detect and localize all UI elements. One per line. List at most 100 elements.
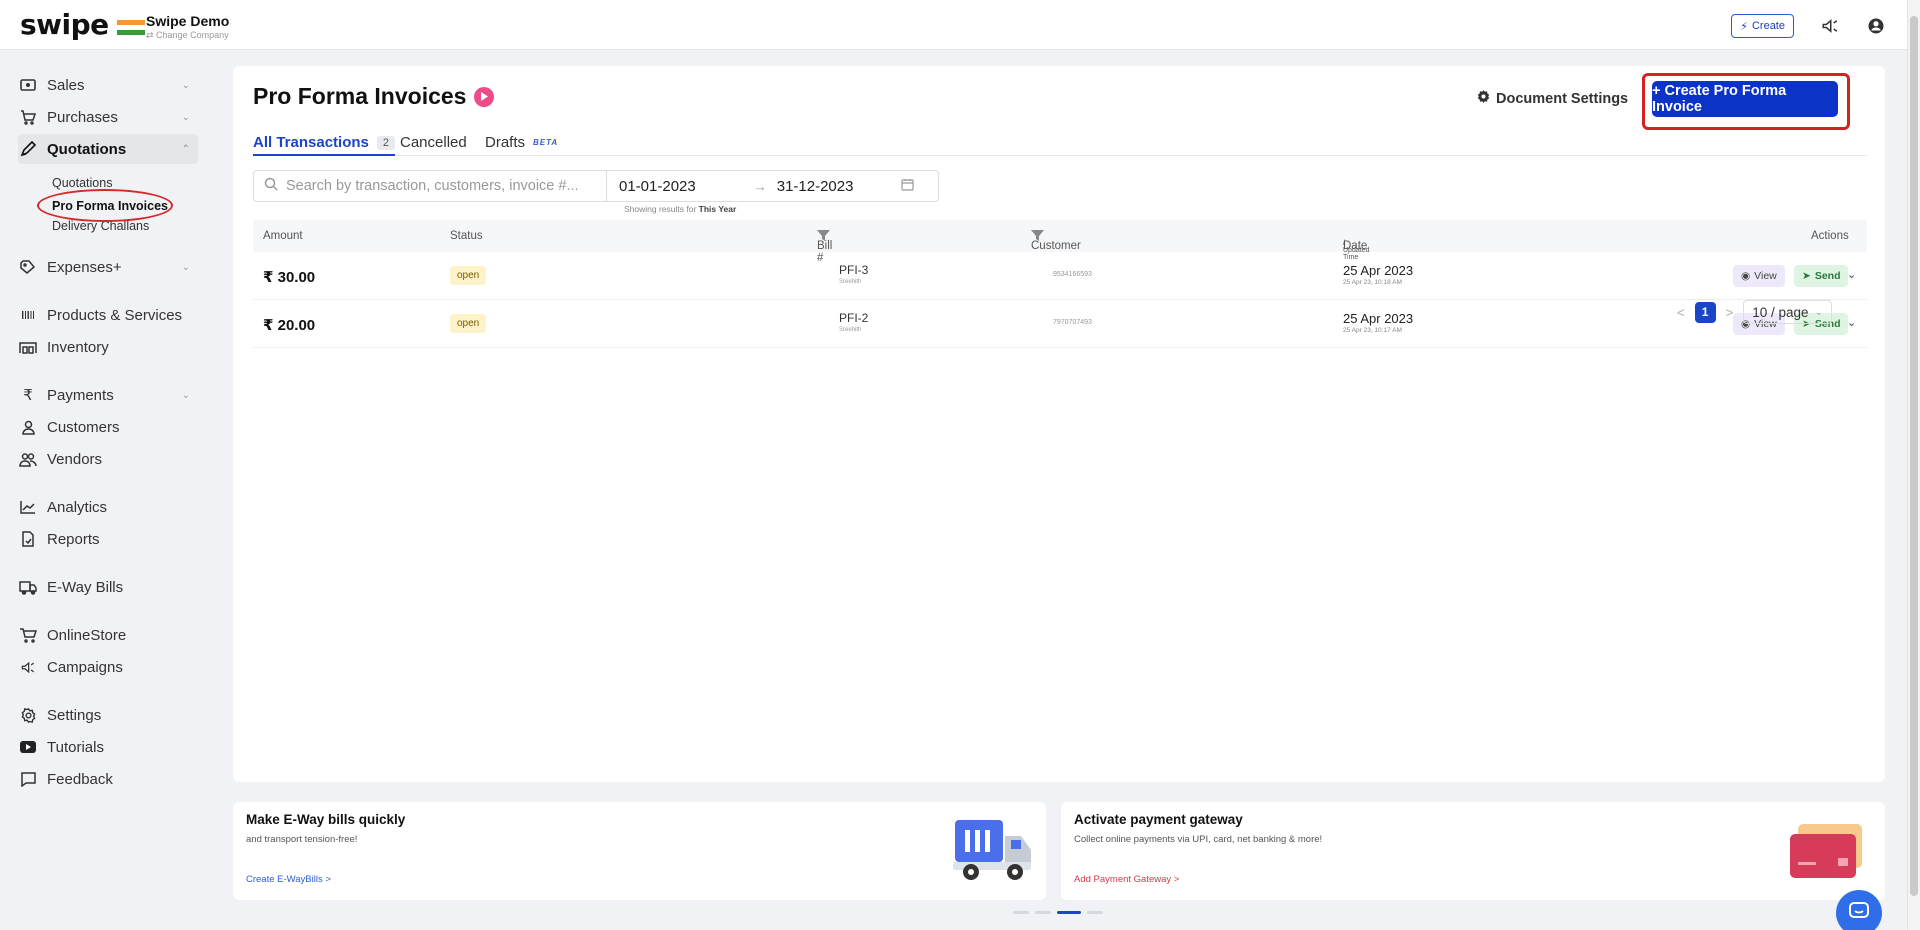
column-bill[interactable]: Bill # — [817, 230, 832, 264]
sidebar-item-feedback[interactable]: Feedback — [18, 764, 198, 794]
sidebar-item-label: Feedback — [47, 770, 113, 788]
eye-icon: ◉ — [1741, 270, 1751, 282]
tab-label: Cancelled — [400, 134, 467, 151]
carousel-dot-active[interactable] — [1057, 911, 1081, 914]
sidebar-item-quotations[interactable]: Quotations ⌃ — [18, 134, 198, 164]
sidebar-item-reports[interactable]: Reports — [18, 524, 198, 554]
status-badge: open — [450, 266, 487, 285]
pen-icon — [18, 139, 38, 159]
sidebar-item-products-services[interactable]: Products & Services — [18, 300, 198, 330]
sidebar-item-settings[interactable]: Settings — [18, 700, 198, 730]
carousel-dot[interactable] — [1013, 911, 1029, 914]
users-icon — [18, 449, 38, 469]
sidebar-item-campaigns[interactable]: Campaigns — [18, 652, 198, 682]
tab-bar: All Transactions 2 Cancelled Drafts BETA — [253, 126, 1867, 156]
create-ewaybills-link[interactable]: Create E-WayBills > — [246, 874, 331, 885]
create-pro-forma-invoice-button[interactable]: + Create Pro Forma Invoice — [1652, 81, 1838, 117]
sidebar-item-sales[interactable]: Sales ⌄ — [18, 70, 198, 100]
tab-count-badge: 2 — [376, 135, 395, 150]
table-row[interactable]: ₹ 20.00 open PFI-2 Sreehith 7970707493 2… — [253, 300, 1867, 348]
page-title: Pro Forma Invoices — [253, 83, 495, 110]
sidebar-item-payments[interactable]: ₹ Payments ⌄ — [18, 380, 198, 410]
view-button[interactable]: ◉ View — [1733, 265, 1785, 287]
sidebar-item-label: Purchases — [47, 108, 118, 126]
updated-time: 25 Apr 23, 10:18 AM — [1343, 279, 1402, 286]
tab-cancelled[interactable]: Cancelled — [400, 134, 467, 151]
search-input[interactable] — [286, 178, 596, 194]
add-payment-gateway-link[interactable]: Add Payment Gateway > — [1074, 874, 1179, 885]
sidebar-item-label: Tutorials — [47, 738, 104, 756]
sidebar-item-eway-bills[interactable]: E-Way Bills — [18, 572, 198, 602]
column-customer[interactable]: Customer — [1031, 230, 1081, 252]
tab-all-transactions[interactable]: All Transactions 2 — [253, 134, 395, 151]
row-bill: PFI-3 Sreehith — [839, 263, 868, 285]
youtube-icon — [18, 737, 38, 757]
gear-icon — [18, 705, 38, 725]
send-button[interactable]: ➤ Send — [1794, 265, 1849, 287]
subitem-quotations[interactable]: Quotations — [52, 176, 112, 190]
table-row[interactable]: ₹ 30.00 open PFI-3 Sreehith 9534166593 2… — [253, 252, 1867, 300]
bill-created-by: Sreehith — [839, 327, 862, 333]
tag-icon — [18, 257, 38, 277]
sidebar-item-label: Expenses+ — [47, 258, 122, 276]
sidebar-item-label: Settings — [47, 706, 102, 724]
carousel-dot[interactable] — [1087, 911, 1103, 914]
sidebar-item-label: Payments — [47, 386, 114, 404]
page-title-text: Pro Forma Invoices — [253, 83, 467, 109]
page-number[interactable]: 1 — [1694, 301, 1716, 323]
chevron-down-icon: ⌄ — [181, 261, 190, 273]
rupee-icon: ₹ — [23, 387, 33, 404]
chevron-down-icon: ⌄ — [181, 79, 190, 91]
sidebar-item-expenses[interactable]: Expenses+ ⌄ — [18, 252, 198, 282]
company-switcher[interactable]: Swipe Demo ⇄ Change Company — [146, 13, 229, 41]
page-size-select[interactable]: 10 / page ⌄ — [1743, 300, 1832, 324]
tab-label: All Transactions — [253, 134, 369, 151]
column-status[interactable]: Status — [450, 230, 483, 242]
top-bar: swipe Swipe Demo ⇄ Change Company ⚡ Crea… — [0, 0, 1920, 50]
bill-created-by: Sreehith — [839, 279, 862, 285]
sidebar-item-inventory[interactable]: Inventory — [18, 332, 198, 362]
chevron-down-icon[interactable]: ⌄ — [1847, 268, 1856, 281]
date-to[interactable]: 31-12-2023 — [777, 178, 854, 195]
prev-page-icon[interactable]: < — [1677, 305, 1685, 320]
change-company-link[interactable]: ⇄ Change Company — [146, 30, 229, 41]
megaphone-icon[interactable] — [1820, 16, 1840, 36]
sidebar-item-tutorials[interactable]: Tutorials — [18, 732, 198, 762]
play-video-icon[interactable] — [474, 86, 495, 107]
chat-support-button[interactable] — [1836, 890, 1882, 930]
chat-icon — [18, 769, 38, 789]
sidebar-item-customers[interactable]: Customers — [18, 412, 198, 442]
search-field[interactable] — [253, 170, 607, 202]
carousel-indicator — [1013, 911, 1103, 914]
sidebar-item-analytics[interactable]: Analytics — [18, 492, 198, 522]
warehouse-icon — [18, 337, 38, 357]
sidebar-item-purchases[interactable]: Purchases ⌄ — [18, 102, 198, 132]
next-page-icon[interactable]: > — [1726, 305, 1734, 320]
quick-create-button[interactable]: ⚡ Create — [1731, 14, 1794, 38]
carousel-dot[interactable] — [1035, 911, 1051, 914]
column-amount[interactable]: Amount — [263, 230, 303, 242]
row-date: 25 Apr 2023 25 Apr 23, 10:18 AM — [1343, 263, 1413, 286]
updated-time: 25 Apr 23, 10:17 AM — [1343, 327, 1402, 334]
cart-icon — [18, 107, 38, 127]
tab-drafts[interactable]: Drafts BETA — [485, 134, 558, 151]
vertical-scrollbar[interactable] — [1907, 0, 1920, 930]
page-size-value: 10 / page — [1752, 304, 1809, 320]
pagination: < 1 > 10 / page ⌄ — [1677, 300, 1832, 324]
chevron-down-icon: ⌄ — [181, 389, 190, 401]
bill-number: PFI-3 — [839, 263, 869, 277]
swipe-logo[interactable]: swipe — [20, 8, 145, 41]
account-icon[interactable] — [1866, 16, 1886, 36]
scrollbar-thumb[interactable] — [1910, 16, 1918, 896]
date-range-picker[interactable]: 01-01-2023 → 31-12-2023 — [606, 170, 939, 202]
chevron-down-icon[interactable]: ⌄ — [1847, 316, 1856, 329]
chevron-up-icon: ⌃ — [181, 143, 190, 155]
document-settings-label: Document Settings — [1496, 90, 1629, 107]
date-from[interactable]: 01-01-2023 — [619, 178, 696, 195]
sidebar-item-vendors[interactable]: Vendors — [18, 444, 198, 474]
sidebar-item-onlinestore[interactable]: OnlineStore — [18, 620, 198, 650]
chart-line-icon — [18, 497, 38, 517]
date-hint-prefix: Showing results for — [624, 204, 697, 214]
date-value: 25 Apr 2023 — [1343, 311, 1414, 326]
document-settings-button[interactable]: Document Settings — [1477, 90, 1628, 107]
